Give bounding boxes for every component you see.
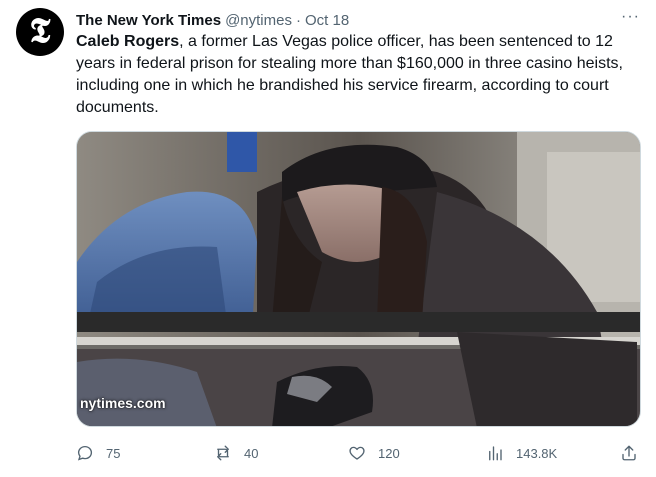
- tweet-photo[interactable]: nytimes.com: [76, 131, 641, 427]
- tweet-lead-name: Caleb Rogers: [76, 33, 180, 50]
- nyt-logo-icon: 𝕿: [29, 11, 51, 51]
- tweet[interactable]: 𝕿 The New York Times @nytimes · Oct 18 ·…: [0, 0, 656, 477]
- author-name[interactable]: The New York Times: [76, 12, 221, 29]
- more-icon[interactable]: ···: [621, 8, 640, 26]
- tweet-header: The New York Times @nytimes · Oct 18: [76, 10, 349, 30]
- tweet-text: Caleb Rogers, a former Las Vegas police …: [76, 31, 642, 119]
- retweet-count: 40: [244, 445, 259, 461]
- share-icon: [622, 445, 636, 461]
- reply-count: 75: [106, 445, 121, 461]
- avatar[interactable]: 𝕿: [16, 8, 64, 56]
- tweet-date[interactable]: Oct 18: [305, 12, 349, 29]
- separator-dot: ·: [295, 11, 301, 29]
- photo-illustration: [77, 132, 640, 426]
- heart-icon: [349, 446, 365, 460]
- tweet-actions: 75 40 120 143.8K: [76, 441, 642, 465]
- author-handle[interactable]: @nytimes: [225, 12, 292, 29]
- photo-watermark: nytimes.com: [80, 395, 166, 411]
- like-count: 120: [378, 445, 400, 461]
- retweet-icon: [217, 445, 229, 461]
- views-count: 143.8K: [516, 445, 558, 461]
- reply-button[interactable]: 75: [76, 441, 120, 465]
- reply-icon: [77, 445, 93, 461]
- share-button[interactable]: [620, 441, 650, 465]
- retweet-button[interactable]: 40: [214, 441, 258, 465]
- like-button[interactable]: 120: [348, 441, 400, 465]
- views-button[interactable]: 143.8K: [486, 441, 557, 465]
- views-icon: [489, 446, 502, 461]
